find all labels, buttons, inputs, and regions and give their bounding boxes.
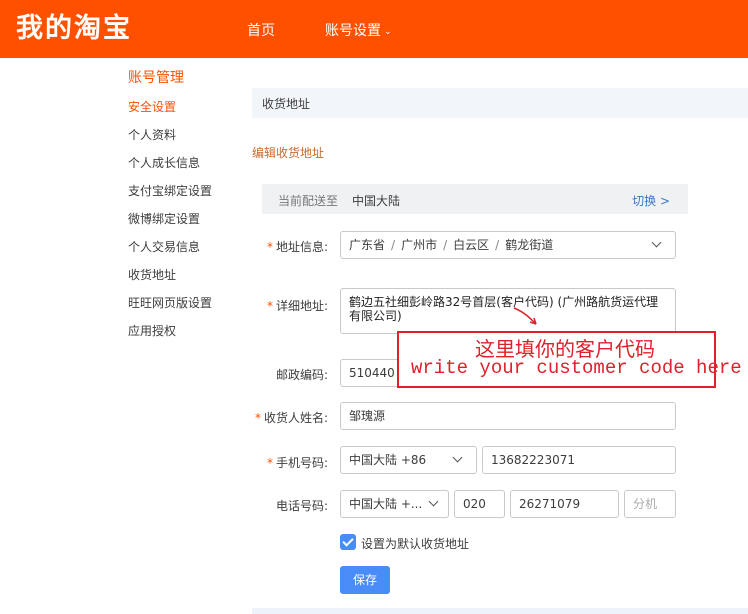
region-separator: / — [443, 238, 448, 252]
save-button[interactable]: 保存 — [340, 566, 390, 594]
sidebar-item-trade-info[interactable]: 个人交易信息 — [128, 238, 200, 255]
phone-country-select[interactable]: 中国大陆 +... — [340, 490, 449, 518]
chevron-down-icon: ⌄ — [384, 27, 392, 37]
postal-code-value: 510440 — [349, 366, 395, 380]
region-city: 广州市 — [401, 238, 438, 252]
phone-extension-placeholder: 分机 — [633, 497, 658, 511]
required-mark: * — [266, 299, 273, 313]
bottom-section-strip — [252, 608, 748, 614]
recipient-name-label: * 收货人姓名: — [208, 409, 328, 426]
edit-address-title: 编辑收货地址 — [252, 146, 325, 160]
sidebar-item-app-authorization[interactable]: 应用授权 — [128, 322, 176, 339]
sidebar-item-security[interactable]: 安全设置 — [128, 98, 176, 115]
phone-country-value: 中国大陆 +... — [349, 497, 423, 511]
deliver-to-value: 中国大陆 — [352, 194, 401, 208]
region-district: 白云区 — [453, 238, 490, 252]
detail-address-label: * 详细地址: — [208, 297, 328, 314]
chevron-down-icon — [452, 447, 466, 473]
mobile-country-value: 中国大陆 +86 — [349, 453, 427, 467]
region-select[interactable]: 广东省 / 广州市 / 白云区 / 鹤龙街道 — [340, 231, 676, 259]
phone-number-input[interactable]: 26271079 — [510, 490, 619, 518]
region-street: 鹤龙街道 — [505, 238, 554, 252]
switch-region-link[interactable]: 切换 > — [632, 192, 670, 209]
required-mark: * — [266, 456, 273, 470]
mobile-label: * 手机号码: — [208, 454, 328, 471]
region-separator: / — [495, 238, 500, 252]
chevron-down-icon — [651, 232, 665, 258]
nav-home-link[interactable]: 首页 — [247, 20, 275, 40]
phone-area-code-value: 020 — [463, 497, 486, 511]
region-value: 广东省 / 广州市 / 白云区 / 鹤龙街道 — [349, 232, 553, 258]
sidebar-item-profile[interactable]: 个人资料 — [128, 126, 176, 143]
deliver-to-bar: 当前配送至 中国大陆 切换 > — [262, 184, 688, 214]
sidebar-item-alipay-binding[interactable]: 支付宝绑定设置 — [128, 182, 212, 199]
region-label-text: 地址信息: — [275, 240, 328, 254]
postal-code-input[interactable]: 510440 — [340, 359, 400, 387]
phone-extension-input[interactable]: 分机 — [624, 490, 676, 518]
sidebar-title: 账号管理 — [128, 70, 184, 86]
sidebar-item-weibo-binding[interactable]: 微博绑定设置 — [128, 210, 200, 227]
detail-address-textarea[interactable]: 鹤边五社细彭岭路32号首层(客户代码) (广州路航货运代理有限公司) — [340, 288, 676, 334]
nav-account-settings[interactable]: 账号设置 ⌄ — [325, 20, 392, 40]
sidebar-item-wangwang-web[interactable]: 旺旺网页版设置 — [128, 294, 212, 311]
nav-account-settings-label: 账号设置 — [325, 23, 381, 39]
recipient-name-value: 邹瑰源 — [349, 409, 386, 423]
annotation-text-english: write your customer code here — [411, 357, 742, 379]
default-address-label[interactable]: 设置为默认收货地址 — [361, 535, 469, 552]
sidebar-item-shipping-address[interactable]: 收货地址 — [128, 266, 176, 283]
annotation-arrow — [513, 307, 537, 325]
mobile-number-input[interactable]: 13682223071 — [482, 446, 676, 474]
default-address-checkbox[interactable] — [340, 534, 356, 550]
mobile-number-value: 13682223071 — [491, 453, 575, 467]
top-header-bar: 我的淘宝 首页 账号设置 ⌄ — [0, 0, 748, 58]
recipient-name-input[interactable]: 邹瑰源 — [340, 402, 676, 430]
detail-address-label-text: 详细地址: — [275, 299, 328, 313]
region-province: 广东省 — [349, 238, 386, 252]
mobile-country-select[interactable]: 中国大陆 +86 — [340, 446, 477, 474]
detail-address-value: 鹤边五社细彭岭路32号首层(客户代码) (广州路航货运代理有限公司) — [349, 295, 659, 323]
chevron-down-icon — [428, 491, 442, 517]
section-title: 收货地址 — [262, 97, 311, 111]
region-separator: / — [391, 238, 396, 252]
recipient-name-label-text: 收货人姓名: — [263, 411, 328, 425]
phone-number-value: 26271079 — [519, 497, 581, 511]
mobile-label-text: 手机号码: — [275, 456, 328, 470]
section-header: 收货地址 — [252, 88, 748, 118]
taobao-logo[interactable]: 我的淘宝 — [16, 10, 132, 48]
required-mark: * — [266, 240, 273, 254]
customer-code-annotation: 这里填你的客户代码 write your customer code here — [397, 331, 742, 388]
postal-code-label: 邮政编码: — [275, 368, 328, 382]
region-label: * 地址信息: — [208, 238, 328, 255]
deliver-to-label: 当前配送至 — [278, 194, 339, 208]
phone-area-code-input[interactable]: 020 — [454, 490, 505, 518]
sidebar-item-growth-info[interactable]: 个人成长信息 — [128, 154, 200, 171]
required-mark: * — [254, 411, 261, 425]
phone-label: 电话号码: — [275, 499, 328, 513]
